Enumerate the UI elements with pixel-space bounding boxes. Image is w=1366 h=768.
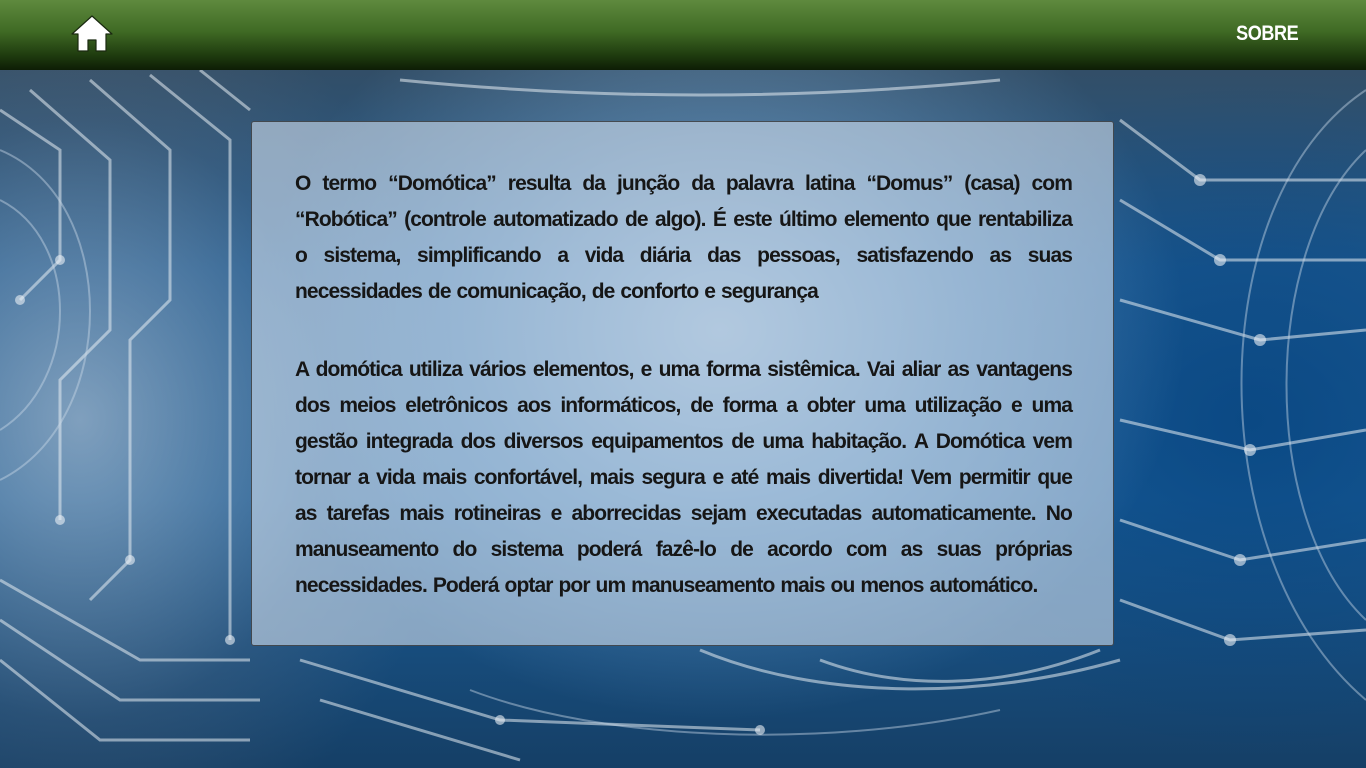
card-text-body: O termo “Domótica” resulta da junção da … [295, 166, 1073, 604]
home-button[interactable] [70, 14, 114, 54]
sobre-link[interactable]: SOBRE [1236, 22, 1299, 46]
content-card: O termo “Domótica” resulta da junção da … [251, 121, 1114, 646]
home-icon [71, 15, 113, 52]
top-navigation-bar: SOBRE [0, 0, 1366, 70]
paragraph-domotica-definition: O termo “Domótica” resulta da junção da … [295, 172, 1073, 303]
paragraph-domotica-benefits: A domótica utiliza vários elementos, e u… [295, 358, 1073, 597]
